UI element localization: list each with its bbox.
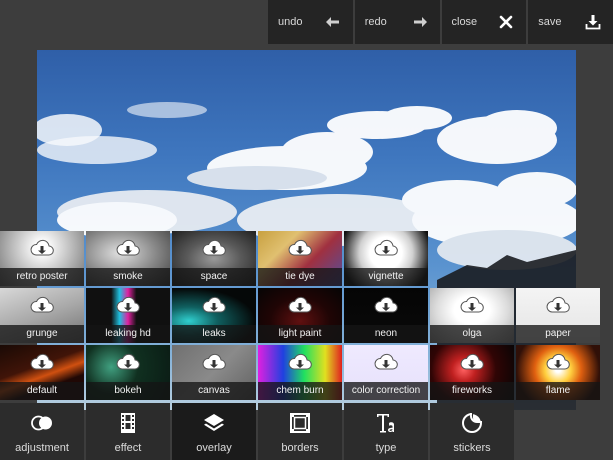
overlay-tile-fireworks[interactable]: fireworks bbox=[430, 345, 514, 400]
cloud-download-icon bbox=[287, 238, 313, 258]
cloud-download-icon bbox=[373, 352, 399, 372]
overlay-tile-tie-dye[interactable]: tie dye bbox=[258, 231, 342, 286]
overlay-tile-leaks[interactable]: leaks bbox=[172, 288, 256, 343]
overlay-label: vignette bbox=[344, 268, 428, 286]
cloud-download-icon bbox=[201, 352, 227, 372]
overlay-tile-leaking-hd[interactable]: leaking hd bbox=[86, 288, 170, 343]
bottom-nav: adjustment effect overlay borders type s… bbox=[0, 403, 514, 460]
overlay-label: space bbox=[172, 268, 256, 286]
cloud-download-icon bbox=[545, 352, 571, 372]
nav-stickers-label: stickers bbox=[453, 442, 491, 454]
overlay-tile-bokeh[interactable]: bokeh bbox=[86, 345, 170, 400]
nav-overlay-label: overlay bbox=[196, 442, 232, 454]
cloud-download-icon bbox=[115, 295, 141, 315]
overlay-tile-paper[interactable]: paper bbox=[516, 288, 600, 343]
nav-borders[interactable]: borders bbox=[258, 403, 342, 460]
nav-type-label: type bbox=[375, 442, 397, 454]
overlay-label: canvas bbox=[172, 382, 256, 400]
overlay-tile-grunge[interactable]: grunge bbox=[0, 288, 84, 343]
overlay-label: default bbox=[0, 382, 84, 400]
save-button[interactable]: save bbox=[528, 0, 613, 44]
overlay-label: olga bbox=[430, 325, 514, 343]
close-icon bbox=[499, 15, 513, 29]
overlay-label: chem burn bbox=[258, 382, 342, 400]
film-icon bbox=[121, 413, 135, 433]
download-icon bbox=[585, 15, 601, 30]
cloud-download-icon bbox=[115, 352, 141, 372]
overlay-label: retro poster bbox=[0, 268, 84, 286]
overlay-tile-default[interactable]: default bbox=[0, 345, 84, 400]
layers-icon bbox=[204, 414, 224, 431]
cloud-download-icon bbox=[287, 295, 313, 315]
undo-button[interactable]: undo bbox=[268, 0, 353, 44]
cloud-download-icon bbox=[201, 238, 227, 258]
close-label: close bbox=[451, 16, 478, 28]
nav-overlay[interactable]: overlay bbox=[172, 403, 256, 460]
adjustment-icon bbox=[31, 415, 52, 431]
cloud-download-icon bbox=[29, 238, 55, 258]
overlay-tile-flame[interactable]: flame bbox=[516, 345, 600, 400]
cloud-download-icon bbox=[459, 295, 485, 315]
overlay-label: neon bbox=[344, 325, 428, 343]
overlay-tile-color-correction[interactable]: color correction bbox=[344, 345, 428, 400]
overlay-label: light paint bbox=[258, 325, 342, 343]
cloud-download-icon bbox=[459, 352, 485, 372]
overlay-tile-light-paint[interactable]: light paint bbox=[258, 288, 342, 343]
nav-stickers[interactable]: stickers bbox=[430, 403, 514, 460]
nav-adjustment-label: adjustment bbox=[15, 442, 69, 454]
arrow-right-icon bbox=[413, 17, 427, 27]
overlay-row-1: retro poster smoke space tie dye vignette bbox=[0, 231, 428, 286]
borders-icon bbox=[290, 413, 310, 433]
cloud-download-icon bbox=[29, 295, 55, 315]
nav-effect[interactable]: effect bbox=[86, 403, 170, 460]
nav-type[interactable]: type bbox=[344, 403, 428, 460]
overlay-label: tie dye bbox=[258, 268, 342, 286]
cloud-download-icon bbox=[545, 295, 571, 315]
overlay-label: flame bbox=[516, 382, 600, 400]
overlay-tile-canvas[interactable]: canvas bbox=[172, 345, 256, 400]
overlay-label: leaks bbox=[172, 325, 256, 343]
overlay-row-2: grunge leaking hd leaks light paint neon olga… bbox=[0, 288, 600, 343]
overlay-label: grunge bbox=[0, 325, 84, 343]
cloud-download-icon bbox=[373, 238, 399, 258]
cloud-download-icon bbox=[287, 352, 313, 372]
type-icon bbox=[377, 414, 394, 433]
overlay-tile-olga[interactable]: olga bbox=[430, 288, 514, 343]
nav-effect-label: effect bbox=[114, 442, 142, 454]
overlay-label: bokeh bbox=[86, 382, 170, 400]
undo-label: undo bbox=[278, 16, 303, 28]
nav-borders-label: borders bbox=[281, 442, 319, 454]
overlay-tile-vignette[interactable]: vignette bbox=[344, 231, 428, 286]
redo-button[interactable]: redo bbox=[354, 0, 440, 44]
overlay-label: leaking hd bbox=[86, 325, 170, 343]
arrow-left-icon bbox=[325, 17, 339, 27]
overlay-tile-smoke[interactable]: smoke bbox=[86, 231, 170, 286]
top-toolbar: undo redo close save bbox=[268, 0, 613, 44]
redo-label: redo bbox=[364, 16, 387, 28]
cloud-download-icon bbox=[201, 295, 227, 315]
cloud-download-icon bbox=[29, 352, 55, 372]
cloud-download-icon bbox=[115, 238, 141, 258]
cloud-download-icon bbox=[373, 295, 399, 315]
save-label: save bbox=[538, 16, 562, 28]
overlay-label: paper bbox=[516, 325, 600, 343]
overlay-label: fireworks bbox=[430, 382, 514, 400]
overlay-tile-retro-poster[interactable]: retro poster bbox=[0, 231, 84, 286]
overlay-tile-space[interactable]: space bbox=[172, 231, 256, 286]
overlay-label: smoke bbox=[86, 268, 170, 286]
overlay-label: color correction bbox=[344, 382, 428, 400]
overlay-row-3: default bokeh canvas chem burn color correct… bbox=[0, 345, 600, 400]
nav-adjustment[interactable]: adjustment bbox=[0, 403, 84, 460]
sticker-icon bbox=[462, 413, 482, 433]
overlay-tile-chem-burn[interactable]: chem burn bbox=[258, 345, 342, 400]
overlay-tile-neon[interactable]: neon bbox=[344, 288, 428, 343]
close-button[interactable]: close bbox=[441, 0, 527, 44]
